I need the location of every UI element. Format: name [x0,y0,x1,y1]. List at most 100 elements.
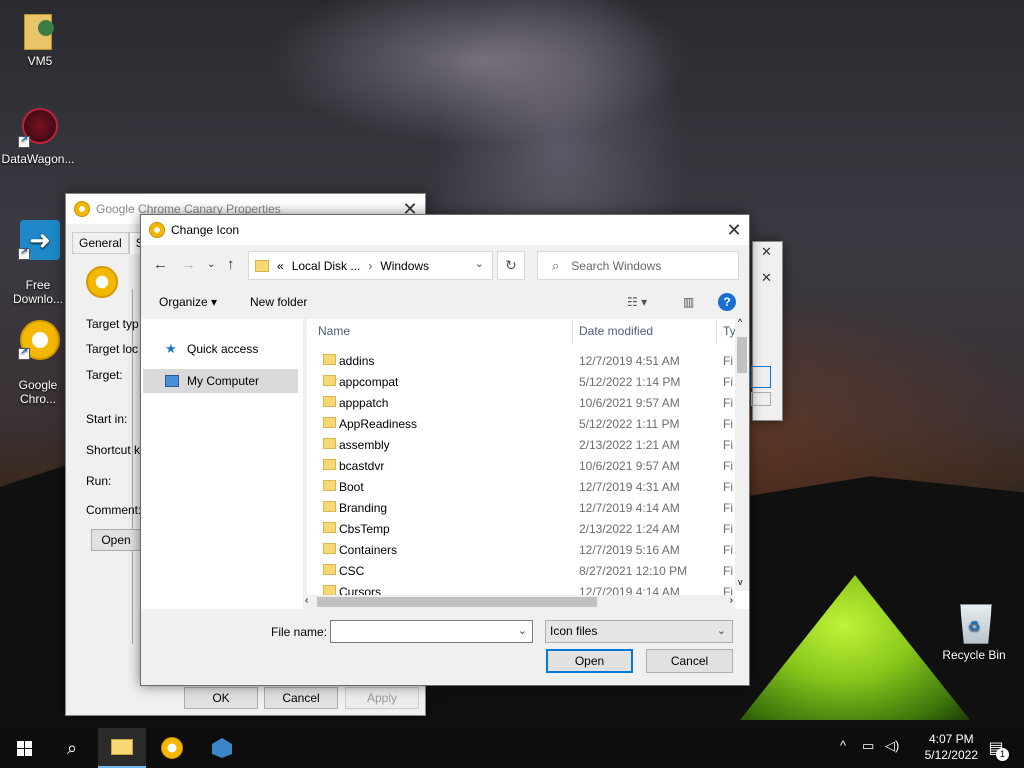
breadcrumb-separator-icon: › [368,258,373,273]
chrome-canary-taskbar-icon[interactable] [148,728,196,768]
scroll-left-icon[interactable]: ‹ [305,595,308,606]
column-header-type[interactable]: Ty [723,319,736,343]
search-icon[interactable]: ⌕ [48,728,96,768]
nav-quick-access[interactable]: ★ Quick access [143,337,298,361]
file-type-value: Icon files [550,624,598,638]
file-name-input[interactable]: ⌄ [330,620,533,643]
up-arrow-icon[interactable]: ↑ [227,256,235,273]
open-file-location-button[interactable]: Open [91,529,141,551]
file-date: 12/7/2019 4:31 AM [579,480,680,494]
file-date: 2/13/2022 1:24 AM [579,522,680,536]
ok-button[interactable]: OK [184,687,258,709]
volume-icon[interactable]: ◁) [885,738,899,754]
chevron-down-icon: ⌄ [716,625,726,637]
breadcrumb-overflow[interactable]: « [277,259,284,273]
column-separator[interactable] [572,319,573,343]
shortcut-arrow-icon [18,246,30,260]
button-edge[interactable] [751,366,771,388]
system-clock[interactable]: 4:07 PM 5/12/2022 [925,731,978,763]
start-button[interactable] [0,728,48,768]
file-date: 8/27/2021 12:10 PM [579,564,688,578]
list-item[interactable]: assembly 2/13/2022 1:21 AM Fi [307,434,733,455]
folder-icon [323,354,336,365]
file-type: Fi [723,438,733,452]
nav-label: My Computer [187,374,260,388]
new-folder-button[interactable]: New folder [250,295,307,309]
list-item[interactable]: Containers 12/7/2019 5:16 AM Fi [307,539,733,560]
nav-my-computer[interactable]: My Computer [143,369,298,393]
file-name: CbsTemp [339,522,390,536]
vertical-scrollbar[interactable]: ^ v [735,317,749,591]
network-icon[interactable]: ▭ [862,738,874,754]
organize-menu[interactable]: Organize ▾ [159,295,217,309]
help-icon[interactable]: ? [718,293,736,311]
start-in-label: Start in: [86,412,128,426]
chevron-up-icon[interactable]: ^ [840,738,846,753]
cancel-button[interactable]: Cancel [264,687,338,709]
list-item[interactable]: Branding 12/7/2019 4:14 AM Fi [307,497,733,518]
chevron-down-icon[interactable]: ⌄ [518,621,527,642]
dialog-titlebar[interactable]: Change Icon ✕ [141,215,749,245]
close-icon[interactable]: ✕ [719,220,749,241]
column-separator[interactable] [716,319,717,343]
view-options-icon[interactable]: ☷ ▾ [627,295,647,309]
computer-icon [165,375,179,387]
horizontal-scrollbar[interactable]: ‹ › [303,595,735,609]
column-header-date[interactable]: Date modified [579,319,653,343]
file-name: Containers [339,543,398,557]
list-item[interactable]: AppReadiness 5/12/2022 1:11 PM Fi [307,413,733,434]
list-item[interactable]: appcompat 5/12/2022 1:14 PM Fi [307,371,733,392]
chrome-canary-icon [86,266,118,298]
column-header-name[interactable]: Name [318,319,350,343]
close-icon[interactable]: ✕ [761,244,772,260]
address-bar[interactable]: « Local Disk ... › Windows ⌄ [248,251,493,280]
breadcrumb-local-disk[interactable]: Local Disk ... [292,259,361,273]
app-taskbar-icon[interactable] [198,728,246,768]
list-item[interactable]: CSC 8/27/2021 12:10 PM Fi [307,560,733,581]
file-explorer-icon[interactable] [98,728,146,768]
back-arrow-icon[interactable]: ← [153,256,168,273]
scroll-down-icon[interactable]: v [738,577,743,587]
forward-arrow-icon[interactable]: → [181,256,196,273]
folder-icon [323,396,336,407]
tab-general[interactable]: General [72,232,129,254]
notification-center-icon[interactable]: ▤ 1 [978,728,1014,768]
button-edge[interactable] [751,392,771,406]
star-icon: ★ [165,341,177,356]
file-type: Fi [723,564,733,578]
folder-icon [323,459,336,470]
chevron-down-icon[interactable]: ⌄ [207,259,215,270]
scroll-up-icon[interactable]: ^ [738,317,742,327]
navigation-pane: ★ Quick access My Computer [141,319,303,609]
desktop-icon-datawagon[interactable]: DataWagon... [0,108,76,166]
scroll-thumb[interactable] [317,597,597,607]
breadcrumb-windows[interactable]: Windows [380,259,429,273]
cancel-button[interactable]: Cancel [646,649,733,673]
scroll-thumb[interactable] [737,337,747,373]
apply-button[interactable]: Apply [345,687,419,709]
list-item[interactable]: addins 12/7/2019 4:51 AM Fi [307,350,733,371]
file-type-select[interactable]: Icon files ⌄ [545,620,733,643]
chrome-canary-icon [74,201,90,217]
list-item[interactable]: bcastdvr 10/6/2021 9:57 AM Fi [307,455,733,476]
list-item[interactable]: apppatch 10/6/2021 9:57 AM Fi [307,392,733,413]
file-type: Fi [723,501,733,515]
file-date: 5/12/2022 1:14 PM [579,375,681,389]
scroll-right-icon[interactable]: › [730,595,733,606]
desktop-icon-recycle-bin[interactable]: ♻ Recycle Bin [936,604,1012,662]
file-type: Fi [723,375,733,389]
search-input[interactable]: ⌕ Search Windows [537,251,739,280]
refresh-icon[interactable]: ↻ [497,251,525,280]
background-dialog: ✕ ✕ [751,241,783,421]
file-date: 10/6/2021 9:57 AM [579,459,680,473]
open-button[interactable]: Open [546,649,633,673]
list-item[interactable]: CbsTemp 2/13/2022 1:24 AM Fi [307,518,733,539]
download-arrow-icon: ➜ [18,220,60,260]
close-icon[interactable]: ✕ [761,270,772,286]
chevron-down-icon[interactable]: ⌄ [475,257,484,270]
preview-pane-icon[interactable]: ▥ [683,295,694,309]
file-date: 12/7/2019 4:51 AM [579,354,680,368]
file-type: Fi [723,480,733,494]
desktop-icon-vm5[interactable]: VM5 [2,10,78,68]
list-item[interactable]: Boot 12/7/2019 4:31 AM Fi [307,476,733,497]
